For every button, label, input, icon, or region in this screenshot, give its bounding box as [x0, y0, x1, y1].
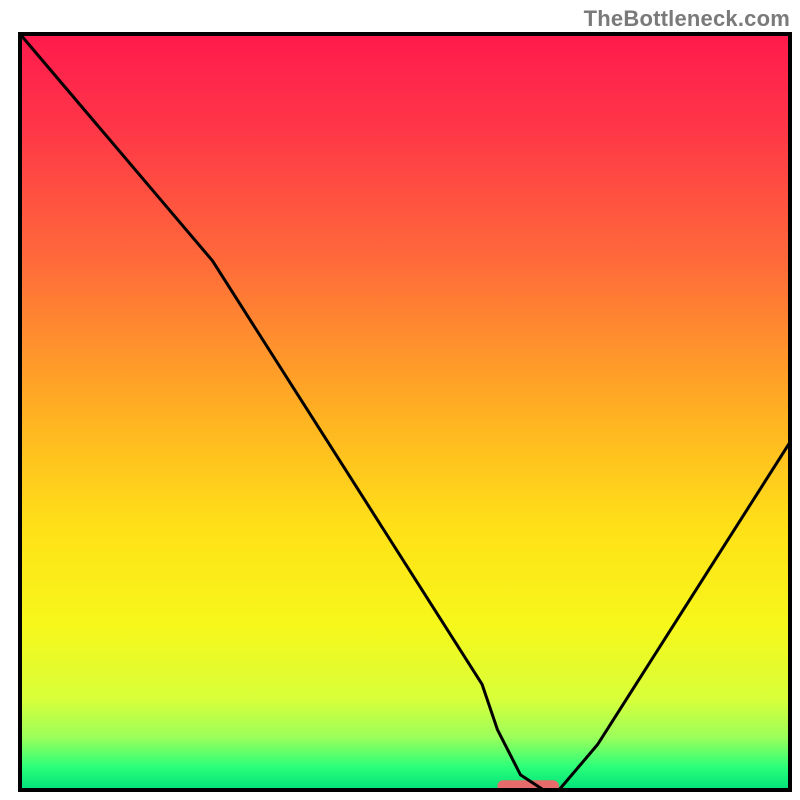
chart-container: TheBottleneck.com	[0, 0, 800, 800]
bottleneck-chart	[0, 0, 800, 800]
gradient-background	[20, 34, 790, 790]
